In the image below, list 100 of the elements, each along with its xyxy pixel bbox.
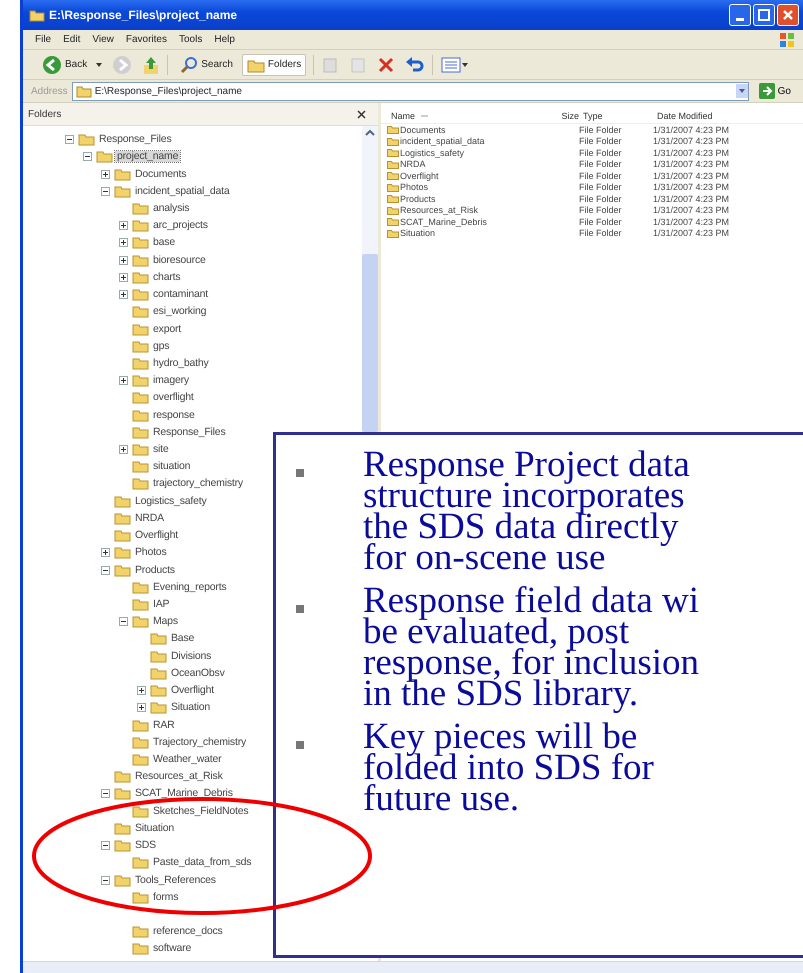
tree-item[interactable]: analysis xyxy=(151,202,192,214)
tree-item[interactable]: RAR xyxy=(151,720,177,731)
file-name[interactable]: Photos xyxy=(400,182,428,192)
tree-item[interactable]: bioresource xyxy=(151,254,208,266)
menu-item[interactable]: Favorites xyxy=(126,34,167,45)
tree-item[interactable]: SDS xyxy=(133,840,158,852)
tree-item[interactable]: charts xyxy=(151,272,182,283)
file-name[interactable]: Situation xyxy=(400,228,436,238)
maximize-button[interactable] xyxy=(753,4,775,26)
expand-icon[interactable] xyxy=(119,445,128,454)
collapse-icon[interactable] xyxy=(101,876,110,885)
close-button[interactable] xyxy=(777,4,799,26)
expand-icon[interactable] xyxy=(101,170,110,179)
expand-icon[interactable] xyxy=(119,290,128,300)
expand-icon[interactable] xyxy=(137,703,146,712)
tree-item[interactable]: Response_Files xyxy=(97,134,174,146)
file-name[interactable]: Overflight xyxy=(400,170,439,181)
collapse-icon[interactable] xyxy=(65,135,74,144)
scrollbar[interactable] xyxy=(23,961,803,973)
tree-item[interactable]: project_name xyxy=(115,151,180,162)
file-name[interactable]: SCAT_Marine_Debris xyxy=(400,216,487,227)
file-name[interactable]: Logistics_safety xyxy=(400,148,464,158)
tree-item[interactable]: Documents xyxy=(133,168,188,180)
expand-icon[interactable] xyxy=(119,256,128,265)
tree-item[interactable]: Tools_References xyxy=(133,874,218,886)
file-name[interactable]: Products xyxy=(400,194,436,204)
tree-item[interactable]: Weather_water xyxy=(151,754,224,765)
tree-item[interactable]: Base xyxy=(169,633,196,644)
tree-item[interactable]: NRDA xyxy=(133,512,166,524)
menu-item[interactable]: File xyxy=(35,34,52,45)
menu-item[interactable]: Edit xyxy=(63,34,80,45)
tree-item[interactable]: Divisions xyxy=(169,650,214,662)
tree-item[interactable]: export xyxy=(151,324,183,335)
tree-item[interactable]: Products xyxy=(133,564,177,576)
file-name[interactable]: Documents xyxy=(400,124,446,135)
tree-item[interactable]: overflight xyxy=(151,392,196,404)
tree-item[interactable]: Evening_reports xyxy=(151,582,228,593)
tree-item[interactable]: hydro_bathy xyxy=(151,358,211,369)
tree-item[interactable]: OceanObsv xyxy=(169,668,227,679)
go-button[interactable]: Go xyxy=(752,82,797,100)
tree-item[interactable]: base xyxy=(151,237,177,248)
delete-icon[interactable] xyxy=(377,56,396,74)
tree-item[interactable]: Logistics_safety xyxy=(133,496,209,507)
search-button[interactable]: Search xyxy=(175,52,238,76)
minimize-button[interactable] xyxy=(729,4,751,26)
collapse-icon[interactable] xyxy=(101,566,110,575)
scrollbar[interactable] xyxy=(362,126,378,432)
undo-icon[interactable] xyxy=(405,56,426,74)
views-icon[interactable] xyxy=(440,56,468,74)
tree-item[interactable]: situation xyxy=(151,461,192,472)
tree-item[interactable]: Maps xyxy=(151,616,180,628)
tree-item[interactable]: Resources_at_Risk xyxy=(133,771,225,782)
close-icon[interactable] xyxy=(357,110,366,118)
tree-item[interactable]: Response_Files xyxy=(151,426,228,438)
column-header[interactable]: Size xyxy=(531,111,583,121)
expand-icon[interactable] xyxy=(137,686,146,696)
column-header[interactable]: Type xyxy=(583,111,657,121)
back-button[interactable]: Back xyxy=(37,52,92,78)
menu-item[interactable]: View xyxy=(92,34,114,45)
expand-icon[interactable] xyxy=(119,376,128,386)
up-folder-icon[interactable] xyxy=(142,54,160,74)
tree-item[interactable]: contaminant xyxy=(151,289,210,300)
tree-item[interactable]: esi_working xyxy=(151,306,208,318)
expand-icon[interactable] xyxy=(119,238,128,248)
file-name[interactable]: Resources_at_Risk xyxy=(400,205,478,216)
tree-item[interactable]: reference_docs xyxy=(151,926,225,938)
tree-item[interactable]: arc_projects xyxy=(151,220,210,232)
tree-item[interactable]: Photos xyxy=(133,547,168,558)
tree-item[interactable]: Paste_data_from_sds xyxy=(151,857,254,868)
tree-item[interactable]: SCAT_Marine_Debris xyxy=(133,788,235,800)
collapse-icon[interactable] xyxy=(101,841,110,850)
file-name[interactable]: NRDA xyxy=(400,159,426,170)
collapse-icon[interactable] xyxy=(101,186,110,196)
folders-button[interactable]: Folders xyxy=(242,54,306,76)
menu-item[interactable]: Help xyxy=(214,34,235,45)
tree-item[interactable]: software xyxy=(151,943,194,954)
expand-icon[interactable] xyxy=(119,272,128,282)
collapse-icon[interactable] xyxy=(101,789,110,798)
tree-item[interactable]: Overflight xyxy=(169,685,216,696)
tree-item[interactable]: forms xyxy=(151,892,180,903)
file-name[interactable]: incident_spatial_data xyxy=(400,136,485,146)
address-field[interactable]: E:\Response_Files\project_name xyxy=(72,82,749,100)
tree-item[interactable]: incident_spatial_data xyxy=(133,186,232,197)
tree-item[interactable]: IAP xyxy=(151,599,172,610)
tree-item[interactable]: trajectory_chemistry xyxy=(151,478,245,490)
menu-item[interactable]: Tools xyxy=(178,34,202,45)
tree-item[interactable]: Situation xyxy=(133,822,176,834)
tree-item[interactable]: imagery xyxy=(151,375,191,386)
dropdown-arrow-icon[interactable] xyxy=(96,62,102,66)
expand-icon[interactable] xyxy=(119,221,128,230)
tree-item[interactable]: Sketches_FieldNotes xyxy=(151,806,250,817)
collapse-icon[interactable] xyxy=(83,152,92,162)
column-header[interactable]: Name xyxy=(381,111,531,121)
tree-item[interactable]: gps xyxy=(151,340,172,352)
tree-item[interactable]: Trajectory_chemistry xyxy=(151,736,248,748)
column-header[interactable]: Date Modified xyxy=(657,111,767,121)
tree-item[interactable]: site xyxy=(151,444,171,456)
tree-item[interactable]: response xyxy=(151,410,197,421)
tree-item[interactable]: Situation xyxy=(169,702,212,714)
tree-item[interactable]: Overflight xyxy=(133,530,180,542)
